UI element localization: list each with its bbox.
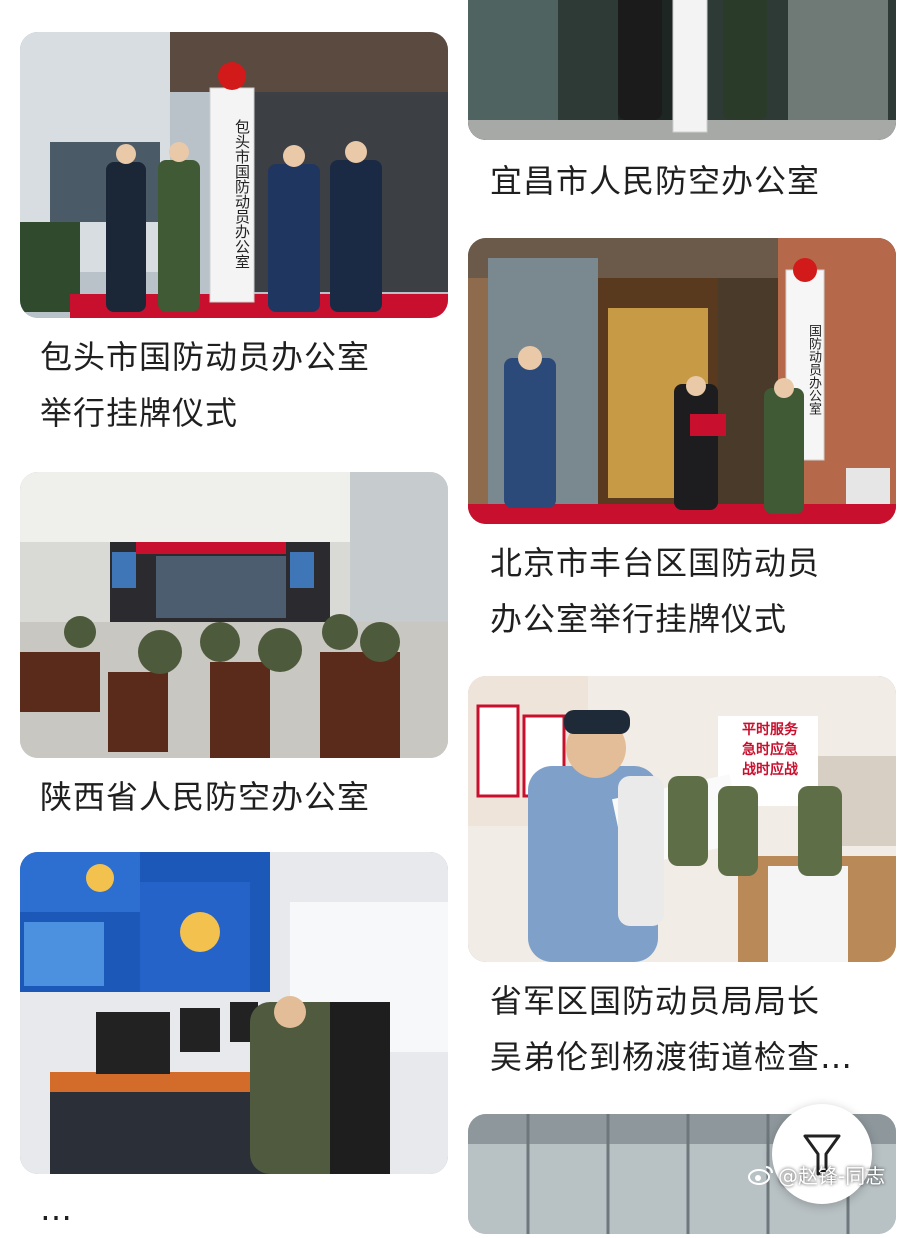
plaque-text: 国防动员办公室 [806,324,821,415]
card-title-line-1[interactable]: 包头市国防动员办公室 [40,328,370,386]
card-title-line-1[interactable]: 省军区国防动员局局长 [490,972,820,1030]
wall-slogan-line-3: 战时应战 [742,762,798,778]
card-image-control-center[interactable] [20,852,448,1174]
card-title-line-2[interactable]: 举行挂牌仪式 [40,384,238,442]
wall-slogan-line-1: 平时服务 [742,722,798,738]
plaque-text: 包头市国防动员办公室 [233,119,251,269]
weibo-logo-icon [748,1165,773,1185]
card-title-line-2[interactable]: 办公室举行挂牌仪式 [490,590,787,648]
card-image-baotou-ceremony[interactable]: 包头市国防动员办公室 [20,32,448,318]
wall-slogan-line-2: 急时应急 [742,742,798,758]
card-title-line-1[interactable]: 宜昌市人民防空办公室 [490,152,820,210]
weibo-watermark: @赵锋-同志 [748,1160,885,1189]
filter-button[interactable] [772,1104,872,1204]
card-title-line-1[interactable]: 北京市丰台区国防动员 [490,534,820,592]
card-image-yichang-ceremony[interactable] [468,0,896,140]
card-title-line-2[interactable]: 吴弟伦到杨渡街道检查… [490,1028,853,1086]
card-image-inspection[interactable]: 平时服务 急时应急 战时应战 [468,676,896,962]
card-image-fengtai-ceremony[interactable]: 国防动员办公室 [468,238,896,524]
card-image-shaanxi-command-room[interactable] [20,472,448,758]
watermark-text: @赵锋-同志 [778,1164,886,1188]
wall-slogan: 平时服务 急时应急 战时应战 [728,720,812,780]
card-title-line-1-partial[interactable]: … [40,1180,73,1238]
card-title-line-1[interactable]: 陕西省人民防空办公室 [40,768,370,826]
